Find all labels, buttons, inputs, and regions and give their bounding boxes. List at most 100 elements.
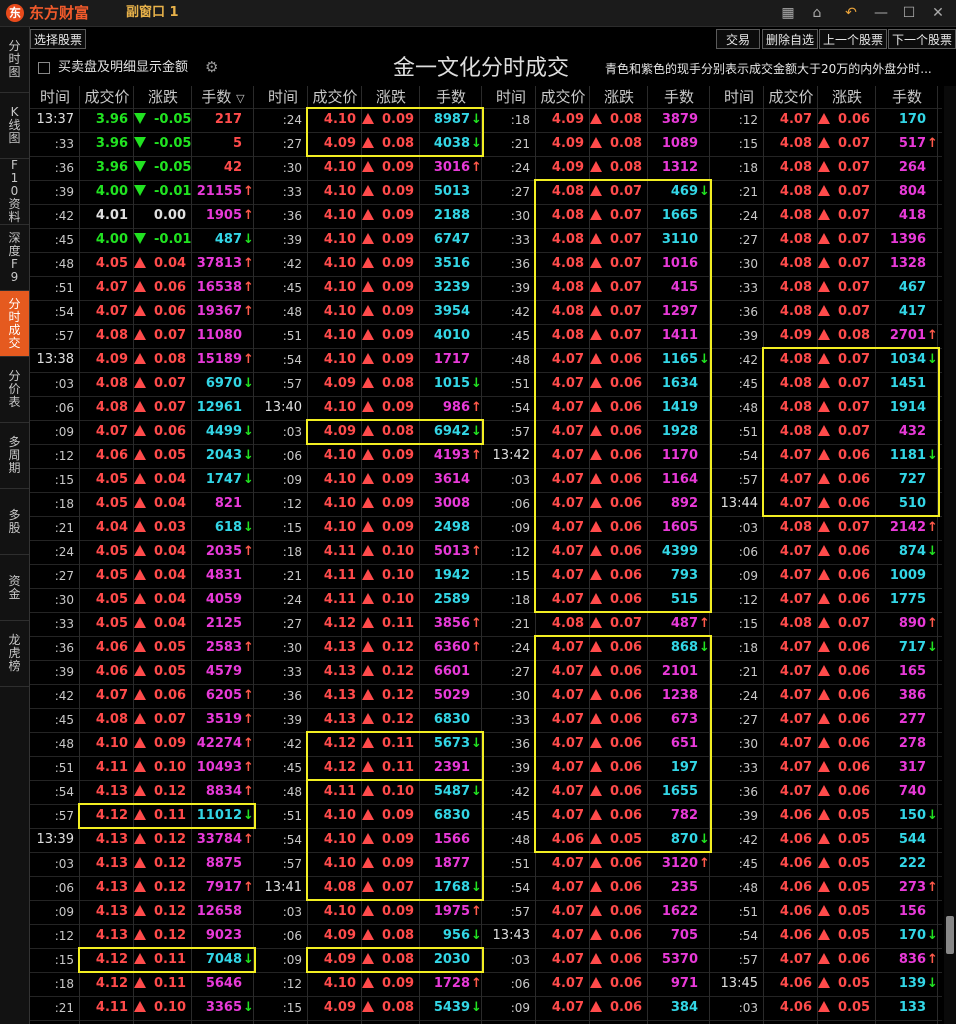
- up-triangle-icon: [134, 377, 146, 388]
- trade-price: 4.07: [779, 664, 812, 679]
- filter-icon[interactable]: ▽: [236, 92, 244, 105]
- up-arrow-icon: ↑: [471, 448, 482, 463]
- scrollbar[interactable]: [944, 86, 956, 1024]
- sidebar-tab-1[interactable]: K线图: [0, 93, 29, 159]
- select-stock-button[interactable]: 选择股票: [30, 29, 86, 49]
- trade-time: :36: [54, 641, 74, 655]
- column-header[interactable]: 涨跌: [818, 86, 876, 108]
- sidebar-tab-7[interactable]: 多股: [0, 489, 29, 555]
- up-arrow-icon: ↑: [243, 688, 254, 703]
- trade-time: :21: [738, 665, 758, 679]
- column-header[interactable]: 时间: [486, 86, 536, 108]
- trade-change: 0.07: [818, 156, 870, 180]
- column-header[interactable]: 成交价: [308, 86, 362, 108]
- sidebar-tab-8[interactable]: 资金: [0, 555, 29, 621]
- trade-volume: 2142: [889, 520, 926, 535]
- trade-time: :39: [510, 281, 530, 295]
- trade-change: 0.06: [818, 588, 870, 612]
- trade-price: 4.13: [95, 784, 128, 799]
- trade-time: :30: [510, 209, 530, 223]
- trade-volume: 156: [898, 904, 926, 919]
- trade-time: :48: [282, 785, 302, 799]
- column-header[interactable]: 成交价: [80, 86, 134, 108]
- trade-time: :03: [738, 521, 758, 535]
- trade-price: 4.05: [95, 496, 128, 511]
- sidebar-tab-4[interactable]: 分时成交: [0, 291, 29, 357]
- back-icon[interactable]: ↶: [840, 3, 862, 23]
- trade-time: 13:42: [492, 448, 530, 463]
- trade-volume: 139: [898, 976, 926, 991]
- trade-change-value: 0.05: [838, 904, 871, 919]
- down-triangle-icon: [134, 185, 146, 196]
- column-header[interactable]: 涨跌: [134, 86, 192, 108]
- trade-change-value: 0.07: [838, 280, 871, 295]
- up-triangle-icon: [134, 593, 146, 604]
- up-arrow-icon: ↑: [927, 136, 938, 151]
- trade-volume: 170: [898, 928, 926, 943]
- trade-change: 0.09: [362, 516, 414, 540]
- maximize-icon[interactable]: ☐: [898, 3, 920, 23]
- trade-volume: 8834: [205, 784, 242, 799]
- trade-change-value: 0.09: [382, 976, 415, 991]
- column-header[interactable]: 手数: [648, 86, 710, 108]
- up-arrow-icon: ↑: [243, 184, 254, 199]
- home-icon[interactable]: ⌂: [806, 3, 828, 23]
- trade-change-value: 0.06: [838, 544, 871, 559]
- trade-time: :18: [738, 161, 758, 175]
- trade-price: 3.96: [95, 136, 128, 151]
- column-header[interactable]: 手数: [420, 86, 482, 108]
- trade-button[interactable]: 交易: [716, 29, 760, 49]
- sidebar-tab-5[interactable]: 分价表: [0, 357, 29, 423]
- show-amount-checkbox[interactable]: [38, 62, 50, 74]
- up-arrow-icon: ↑: [243, 352, 254, 367]
- trade-change: 0.05: [818, 804, 870, 828]
- trade-time: :48: [54, 257, 74, 271]
- column-header[interactable]: 时间: [30, 86, 80, 108]
- up-triangle-icon: [134, 785, 146, 796]
- column-header[interactable]: 成交价: [536, 86, 590, 108]
- minimize-icon[interactable]: —: [870, 3, 892, 23]
- trade-volume: 4059: [205, 592, 242, 607]
- up-triangle-icon: [362, 665, 374, 676]
- sidebar-tab-3[interactable]: 深度F9: [0, 225, 29, 291]
- trade-time: :42: [282, 737, 302, 751]
- trade-time: :33: [738, 761, 758, 775]
- trade-time: :54: [510, 881, 530, 895]
- trade-price: 4.10: [323, 520, 356, 535]
- trade-volume: 3954: [433, 304, 470, 319]
- next-stock-button[interactable]: 下一个股票: [888, 29, 956, 49]
- sidebar-tab-2[interactable]: F10资料: [0, 159, 29, 225]
- trade-volume: 6360: [433, 640, 470, 655]
- sidebar-tab-9[interactable]: 龙虎榜: [0, 621, 29, 687]
- trade-price: 4.08: [551, 616, 584, 631]
- trade-change-value: 0.06: [838, 952, 871, 967]
- up-triangle-icon: [362, 353, 374, 364]
- trade-price: 4.04: [95, 520, 128, 535]
- scrollbar-thumb[interactable]: [946, 916, 954, 954]
- trade-change: 0.12: [134, 828, 186, 852]
- column-header[interactable]: 涨跌: [590, 86, 648, 108]
- column-header[interactable]: 手数: [876, 86, 938, 108]
- delete-watchlist-button[interactable]: 删除自选: [762, 29, 818, 49]
- gear-icon[interactable]: ⚙: [205, 58, 218, 76]
- sidebar-tab-6[interactable]: 多周期: [0, 423, 29, 489]
- column-header[interactable]: 手数 ▽: [192, 86, 254, 108]
- show-amount-label[interactable]: 买卖盘及明细显示金额: [58, 59, 188, 77]
- trade-volume: 6830: [433, 712, 470, 727]
- up-triangle-icon: [818, 857, 830, 868]
- highlight-box: [306, 731, 484, 781]
- column-header[interactable]: 涨跌: [362, 86, 420, 108]
- column-header[interactable]: 时间: [258, 86, 308, 108]
- trade-volume: 3879: [661, 112, 698, 127]
- grid-icon[interactable]: ▦: [777, 3, 799, 23]
- close-icon[interactable]: ✕: [927, 3, 949, 23]
- column-header[interactable]: 成交价: [764, 86, 818, 108]
- trade-time: :09: [510, 521, 530, 535]
- column-header[interactable]: 时间: [714, 86, 764, 108]
- trade-change-value: 0.07: [838, 232, 871, 247]
- sidebar-tab-0[interactable]: 分时图: [0, 27, 29, 93]
- prev-stock-button[interactable]: 上一个股票: [819, 29, 887, 49]
- trade-price: 4.05: [95, 256, 128, 271]
- up-triangle-icon: [134, 569, 146, 580]
- trade-time: :51: [282, 809, 302, 823]
